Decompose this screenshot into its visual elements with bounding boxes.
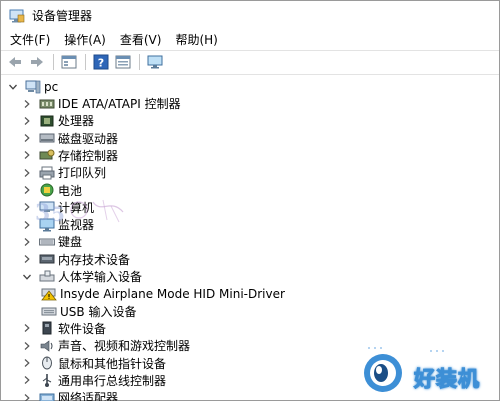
chevron-right-icon[interactable]	[21, 357, 33, 369]
menu-view[interactable]: 查看(V)	[114, 30, 168, 50]
computer-icon	[39, 200, 55, 214]
tree-category-label: 打印队列	[58, 166, 107, 181]
battery-icon	[39, 183, 55, 197]
tree-category-label: 鼠标和其他指针设备	[58, 356, 167, 371]
monitor-icon[interactable]	[145, 53, 165, 71]
tree-category-16[interactable]: 网络适配器	[21, 389, 118, 401]
menu-help[interactable]: 帮助(H)	[169, 30, 223, 50]
chevron-right-icon[interactable]	[21, 115, 33, 127]
properties-icon[interactable]	[59, 53, 79, 71]
tree-category-2[interactable]: 处理器	[21, 112, 94, 129]
tree-category-label: 软件设备	[58, 321, 107, 336]
help-icon[interactable]: ?	[91, 53, 111, 71]
title-bar[interactable]: 设备管理器	[1, 1, 499, 30]
view-icon[interactable]	[113, 53, 133, 71]
chevron-right-icon[interactable]	[21, 201, 33, 213]
storage-controller-icon	[39, 148, 55, 162]
tree-root[interactable]: pc	[7, 78, 58, 95]
chevron-right-icon[interactable]	[21, 98, 33, 110]
chevron-right-icon[interactable]	[21, 340, 33, 352]
sound-icon	[39, 339, 55, 353]
mouse-icon	[39, 356, 55, 370]
ide-controller-icon	[39, 97, 55, 111]
brand-text: 好装机	[414, 367, 480, 392]
tree-category-label: IDE ATA/ATAPI 控制器	[58, 97, 181, 111]
printer-icon	[39, 166, 55, 180]
chevron-down-icon[interactable]	[21, 271, 33, 283]
tree-category-label: 监视器	[58, 218, 95, 233]
disk-drive-icon	[39, 131, 55, 145]
keyboard-icon	[39, 235, 55, 249]
toolbar-separator	[139, 54, 140, 70]
tree-category-1[interactable]: IDE ATA/ATAPI 控制器	[21, 95, 181, 112]
tree-category-label: 存储控制器	[58, 148, 119, 163]
device-manager-window: 设备管理器 文件(F) 操作(A) 查看(V) 帮助(H) ? pc IDE A…	[0, 0, 500, 401]
menu-action[interactable]: 操作(A)	[58, 30, 112, 50]
chevron-right-icon[interactable]	[21, 149, 33, 161]
tree-category-8[interactable]: 监视器	[21, 216, 94, 233]
tree-category-label: 通用串行总线控制器	[58, 373, 167, 388]
tree-category-12[interactable]: 软件设备	[21, 320, 106, 337]
hid-device-icon	[41, 304, 57, 318]
toolbar-separator	[53, 54, 54, 70]
tree-category-7[interactable]: 计算机	[21, 199, 94, 216]
monitor-icon	[39, 218, 55, 232]
tree-category-13[interactable]: 声音、视频和游戏控制器	[21, 337, 190, 354]
network-icon	[39, 391, 55, 401]
tree-device-1[interactable]: Insyde Airplane Mode HID Mini-Driver	[35, 285, 285, 302]
chevron-right-icon[interactable]	[21, 322, 33, 334]
hid-icon	[39, 270, 55, 284]
tree-device-label: USB 输入设备	[60, 304, 137, 319]
tree-category-5[interactable]: 打印队列	[21, 164, 106, 181]
tree-category-10[interactable]: 内存技术设备	[21, 251, 130, 268]
chevron-right-icon[interactable]	[21, 219, 33, 231]
tree-category-label: 声音、视频和游戏控制器	[58, 339, 191, 354]
tree-category-label: 磁盘驱动器	[58, 131, 119, 146]
menu-bar: 文件(F) 操作(A) 查看(V) 帮助(H)	[1, 30, 499, 50]
tree-category-label: 计算机	[58, 200, 95, 215]
tree-category-label: 电池	[58, 183, 83, 198]
tree-category-15[interactable]: 通用串行总线控制器	[21, 372, 166, 389]
toolbar-separator	[85, 54, 86, 70]
svg-text:?: ?	[98, 57, 104, 70]
chevron-down-icon[interactable]	[7, 81, 19, 93]
device-manager-icon	[9, 9, 25, 23]
tree-category-label: 网络适配器	[58, 391, 119, 401]
chevron-right-icon[interactable]	[21, 167, 33, 179]
toolbar: ?	[1, 51, 499, 73]
tree-category-3[interactable]: 磁盘驱动器	[21, 130, 118, 147]
menu-file[interactable]: 文件(F)	[4, 30, 56, 50]
tree-category-label: 内存技术设备	[58, 252, 131, 267]
chevron-right-icon[interactable]	[21, 236, 33, 248]
chevron-right-icon[interactable]	[21, 253, 33, 265]
chevron-right-icon[interactable]	[21, 184, 33, 196]
tree-category-label: 人体学输入设备	[58, 270, 143, 284]
tree-device-2[interactable]: USB 输入设备	[35, 303, 136, 320]
toolbar-separator-line	[1, 74, 499, 75]
memory-icon	[39, 252, 55, 266]
chevron-right-icon[interactable]	[21, 132, 33, 144]
tree-category-14[interactable]: 鼠标和其他指针设备	[21, 355, 166, 372]
tree-device-label: Insyde Airplane Mode HID Mini-Driver	[60, 286, 285, 301]
back-arrow-icon[interactable]	[5, 53, 25, 71]
tree-category-9[interactable]: 键盘	[21, 233, 82, 250]
usb-icon	[39, 373, 55, 388]
computer-icon	[25, 80, 41, 94]
tree-root-label: pc	[44, 79, 59, 94]
processor-icon	[39, 114, 55, 128]
tree-category-6[interactable]: 电池	[21, 182, 82, 199]
tree-category-label: 处理器	[58, 114, 95, 129]
tree-category-4[interactable]: 存储控制器	[21, 147, 118, 164]
window-title: 设备管理器	[32, 9, 93, 23]
warning-device-icon	[41, 287, 57, 301]
forward-arrow-icon[interactable]	[27, 53, 47, 71]
tree-category-label: 键盘	[58, 235, 83, 250]
software-device-icon	[39, 321, 55, 335]
chevron-right-icon[interactable]	[21, 392, 33, 401]
tree-category-11[interactable]: 人体学输入设备	[21, 268, 142, 285]
chevron-right-icon[interactable]	[21, 374, 33, 386]
